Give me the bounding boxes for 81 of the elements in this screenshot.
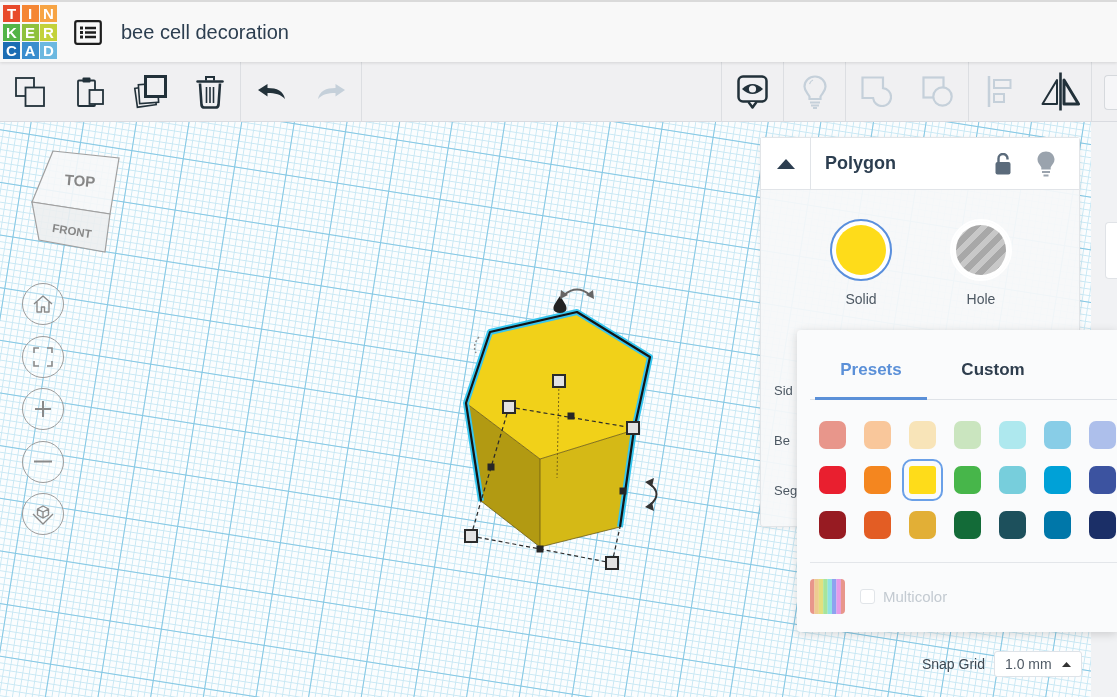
redo-arrow-icon bbox=[317, 84, 345, 99]
list-icon[interactable] bbox=[74, 19, 102, 45]
logo-tile: I bbox=[21, 5, 39, 22]
trash-icon bbox=[196, 74, 224, 109]
property-label: Sid bbox=[774, 381, 793, 400]
shape-name: Polygon bbox=[825, 153, 897, 174]
color-swatch[interactable] bbox=[998, 466, 1026, 494]
color-swatch[interactable] bbox=[998, 421, 1026, 449]
zoom-in-button[interactable] bbox=[22, 388, 64, 430]
logo-tile: C bbox=[3, 42, 20, 59]
merged-shapes-icon bbox=[861, 76, 892, 107]
color-swatch[interactable] bbox=[1088, 511, 1116, 539]
logo-tile: T bbox=[3, 5, 20, 22]
resize-handle[interactable] bbox=[464, 529, 478, 543]
design-title: bee cell decoration bbox=[121, 20, 289, 44]
minus-icon bbox=[34, 460, 52, 463]
color-swatch[interactable] bbox=[908, 511, 936, 539]
logo-tile: D bbox=[40, 42, 57, 59]
rotate-arrow-icon[interactable] bbox=[645, 478, 658, 511]
edge-handle[interactable] bbox=[487, 463, 495, 471]
color-swatch[interactable] bbox=[1043, 421, 1071, 449]
projection-button[interactable] bbox=[22, 493, 64, 535]
clipboard-icon bbox=[76, 76, 104, 107]
property-label: Seg bbox=[774, 481, 798, 500]
color-swatch[interactable] bbox=[1088, 421, 1116, 449]
padlock-icon[interactable] bbox=[995, 152, 1011, 175]
shape-type-option[interactable]: Hole bbox=[941, 219, 1021, 307]
lightbulb-icon bbox=[802, 74, 827, 109]
mirror-icon bbox=[1041, 72, 1080, 111]
edge-handle[interactable] bbox=[567, 412, 575, 420]
resize-handle[interactable] bbox=[605, 556, 619, 570]
cube-arrow-icon bbox=[32, 503, 54, 525]
color-swatch[interactable] bbox=[1043, 466, 1071, 494]
resize-handle[interactable] bbox=[626, 421, 640, 435]
stacked-squares-icon bbox=[133, 74, 167, 109]
plus-icon bbox=[34, 400, 52, 418]
caret-up-icon bbox=[776, 158, 795, 169]
shape-type-option[interactable]: Solid bbox=[821, 219, 901, 307]
color-swatch[interactable] bbox=[863, 466, 891, 494]
edge-handle[interactable] bbox=[619, 487, 627, 495]
color-swatch[interactable] bbox=[818, 511, 846, 539]
color-swatch[interactable] bbox=[1088, 466, 1116, 494]
rotate-arrow-icon[interactable] bbox=[560, 288, 594, 299]
edge-handle[interactable] bbox=[536, 545, 544, 553]
resize-handle[interactable] bbox=[502, 400, 516, 414]
color-swatch[interactable] bbox=[818, 466, 846, 494]
home-button[interactable] bbox=[22, 283, 64, 325]
overlapping-shapes-icon bbox=[922, 76, 953, 107]
snap-grid-select[interactable]: 1.0 mm bbox=[994, 651, 1082, 677]
color-swatch[interactable] bbox=[953, 421, 981, 449]
snap-grid-label: Snap Grid bbox=[921, 656, 985, 672]
fit-view-button[interactable] bbox=[22, 335, 64, 378]
copy-icon bbox=[15, 76, 45, 107]
panel-card bbox=[1105, 222, 1117, 279]
align-icon bbox=[987, 75, 1012, 108]
resize-handle[interactable] bbox=[552, 374, 566, 388]
undo-arrow-icon bbox=[257, 84, 285, 99]
color-swatch[interactable] bbox=[863, 421, 891, 449]
color-swatch[interactable] bbox=[953, 511, 981, 539]
color-swatch[interactable] bbox=[818, 421, 846, 449]
logo-tile: N bbox=[40, 5, 57, 22]
color-swatch[interactable] bbox=[998, 511, 1026, 539]
eye-bubble-icon bbox=[737, 74, 768, 109]
picker-tab[interactable]: Custom bbox=[937, 352, 1049, 400]
property-label: Be bbox=[774, 431, 790, 450]
color-swatch[interactable] bbox=[908, 421, 936, 449]
color-swatch[interactable] bbox=[953, 466, 981, 494]
logo-tile: E bbox=[21, 23, 39, 41]
zoom-out-button[interactable] bbox=[22, 440, 64, 483]
cone-handle-icon[interactable] bbox=[553, 296, 567, 313]
color-swatch[interactable] bbox=[863, 511, 891, 539]
logo-tile: K bbox=[3, 23, 20, 41]
logo-tile: A bbox=[21, 42, 39, 59]
logo-tile: R bbox=[40, 23, 57, 41]
home-icon bbox=[33, 295, 53, 313]
caret-up-icon bbox=[1062, 661, 1071, 667]
color-swatch[interactable] bbox=[1043, 511, 1071, 539]
corner-brackets-icon bbox=[33, 346, 53, 367]
rainbow-swatch-icon bbox=[810, 579, 845, 614]
lightbulb-icon[interactable] bbox=[1037, 150, 1055, 177]
color-swatch[interactable] bbox=[901, 459, 943, 501]
